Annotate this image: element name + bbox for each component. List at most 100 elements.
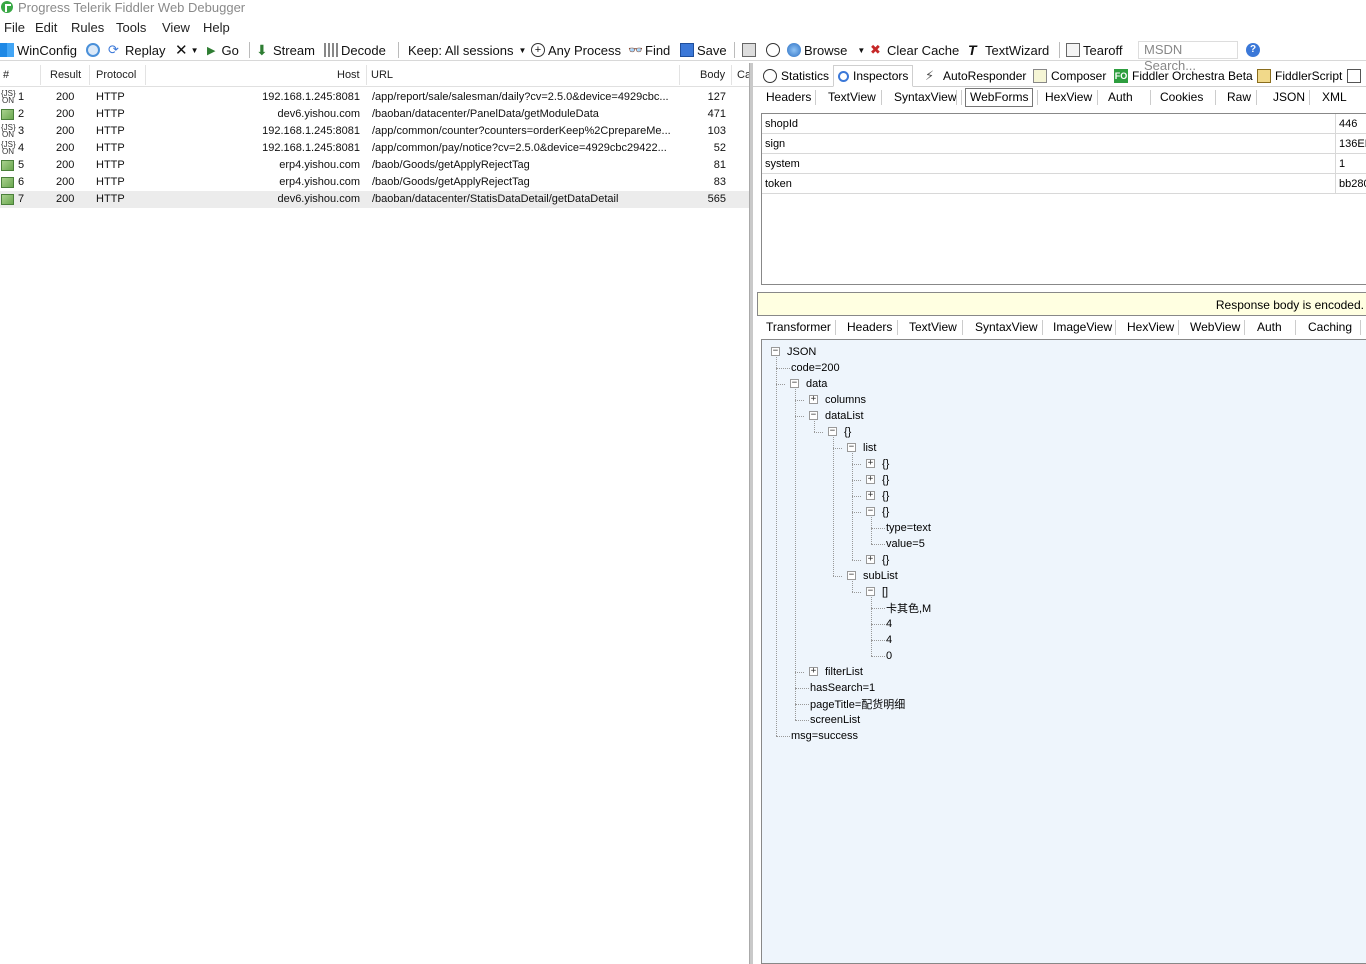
response-tab-imageview[interactable]: ImageView bbox=[1049, 317, 1116, 337]
decode-button[interactable]: Decode bbox=[324, 41, 386, 59]
request-tab-cookies[interactable]: Cookies bbox=[1156, 87, 1207, 107]
tree-node[interactable]: filterList bbox=[825, 664, 863, 680]
table-row[interactable]: 2 200 HTTP dev6.yishou.com/baoban/datacente… bbox=[0, 106, 750, 123]
remove-button[interactable]: ✕ ▼ bbox=[175, 41, 199, 59]
tree-node[interactable]: dataList bbox=[825, 408, 864, 424]
tree-node[interactable]: [] bbox=[882, 584, 888, 600]
tree-node[interactable]: {} bbox=[882, 552, 889, 568]
table-row[interactable]: {JS} ON 3 200 HTTP 192.168.1.245:8081/app/com… bbox=[0, 123, 750, 140]
comment-button[interactable] bbox=[86, 41, 103, 59]
save-button[interactable]: Save bbox=[680, 41, 727, 59]
screenshot-button[interactable] bbox=[742, 41, 759, 59]
table-row[interactable]: {JS} ON 4 200 HTTP 192.168.1.245:8081/app/com… bbox=[0, 140, 750, 157]
table-row[interactable]: 5 200 HTTP erp4.yishou.com/baob/Goods/getAp… bbox=[0, 157, 750, 174]
tab-fiddlerscript[interactable]: FiddlerScript bbox=[1253, 65, 1346, 87]
response-tab-textview[interactable]: TextView bbox=[905, 317, 961, 337]
tree-node[interactable]: code=200 bbox=[791, 360, 840, 376]
tree-node[interactable]: hasSearch=1 bbox=[810, 680, 875, 696]
browse-button[interactable]: Browse ▼ bbox=[787, 41, 865, 59]
stream-button[interactable]: ⬇ Stream bbox=[256, 41, 315, 59]
menu-rules[interactable]: Rules bbox=[71, 20, 104, 35]
tab-autoresponder[interactable]: ⚡ AutoResponder bbox=[921, 65, 1030, 87]
tree-node[interactable]: {} bbox=[882, 488, 889, 504]
request-tab-syntaxview[interactable]: SyntaxView bbox=[890, 87, 960, 107]
tree-node[interactable]: type=text bbox=[886, 520, 931, 536]
response-tab-auth[interactable]: Auth bbox=[1253, 317, 1286, 337]
tree-node[interactable]: pageTitle=配货明细 bbox=[810, 696, 905, 712]
tree-node[interactable]: {} bbox=[882, 504, 889, 520]
menu-edit[interactable]: Edit bbox=[35, 20, 57, 35]
expand-icon[interactable]: + bbox=[809, 395, 818, 404]
collapse-icon[interactable]: − bbox=[847, 443, 856, 452]
winconfig-button[interactable]: WinConfig bbox=[0, 41, 77, 59]
tree-node[interactable]: 卡其色,M bbox=[886, 600, 931, 616]
tree-node[interactable]: data bbox=[806, 376, 827, 392]
response-tab-transformer[interactable]: Transformer bbox=[762, 317, 835, 337]
tree-node[interactable]: JSON bbox=[787, 344, 816, 360]
collapse-icon[interactable]: − bbox=[847, 571, 856, 580]
response-tab-webview[interactable]: WebView bbox=[1186, 317, 1244, 337]
tab-statistics[interactable]: Statistics bbox=[759, 65, 833, 87]
expand-icon[interactable]: + bbox=[866, 459, 875, 468]
encoded-notice[interactable]: Response body is encoded. bbox=[757, 292, 1366, 316]
expand-icon[interactable]: + bbox=[809, 667, 818, 676]
collapse-icon[interactable]: − bbox=[771, 347, 780, 356]
collapse-icon[interactable]: − bbox=[866, 507, 875, 516]
tab-fiddler-orchestra[interactable]: FO Fiddler Orchestra Beta bbox=[1110, 65, 1257, 87]
table-row[interactable]: 7 200 HTTP dev6.yishou.com/baoban/datacente… bbox=[0, 191, 750, 208]
request-tab-headers[interactable]: Headers bbox=[762, 87, 815, 107]
menu-file[interactable]: File bbox=[4, 20, 25, 35]
col-num[interactable]: # bbox=[3, 69, 9, 81]
col-protocol[interactable]: Protocol bbox=[96, 69, 136, 81]
expand-icon[interactable]: + bbox=[866, 475, 875, 484]
collapse-icon[interactable]: − bbox=[790, 379, 799, 388]
go-button[interactable]: ▶ Go bbox=[207, 41, 239, 59]
tree-node[interactable]: 0 bbox=[886, 648, 892, 664]
request-tab-textview[interactable]: TextView bbox=[824, 87, 880, 107]
tab-inspectors[interactable]: Inspectors bbox=[833, 65, 914, 87]
tree-node[interactable]: columns bbox=[825, 392, 866, 408]
webform-row[interactable]: token bb280 bbox=[762, 174, 1366, 194]
tree-node[interactable]: screenList bbox=[810, 712, 860, 728]
col-host[interactable]: Host bbox=[337, 69, 360, 81]
table-row[interactable]: 6 200 HTTP erp4.yishou.com/baob/Goods/getAp… bbox=[0, 174, 750, 191]
request-tab-json[interactable]: JSON bbox=[1269, 87, 1309, 107]
collapse-icon[interactable]: − bbox=[866, 587, 875, 596]
tree-node[interactable]: 4 bbox=[886, 616, 892, 632]
tearoff-button[interactable]: Tearoff bbox=[1066, 41, 1123, 59]
request-tab-raw[interactable]: Raw bbox=[1223, 87, 1255, 107]
collapse-icon[interactable]: − bbox=[828, 427, 837, 436]
menu-view[interactable]: View bbox=[162, 20, 190, 35]
response-tab-syntaxview[interactable]: SyntaxView bbox=[971, 317, 1041, 337]
textwizard-button[interactable]: T TextWizard bbox=[968, 41, 1049, 59]
request-tab-hexview[interactable]: HexView bbox=[1041, 87, 1096, 107]
response-tab-headers[interactable]: Headers bbox=[843, 317, 896, 337]
help-icon[interactable]: ? bbox=[1246, 43, 1260, 57]
tree-node[interactable]: msg=success bbox=[791, 728, 858, 744]
any-process-button[interactable]: + Any Process bbox=[531, 41, 621, 59]
tree-node[interactable]: subList bbox=[863, 568, 898, 584]
col-url[interactable]: URL bbox=[371, 69, 393, 81]
menu-help[interactable]: Help bbox=[203, 20, 230, 35]
tab-log[interactable] bbox=[1343, 65, 1366, 87]
response-tab-caching[interactable]: Caching bbox=[1304, 317, 1356, 337]
tab-composer[interactable]: Composer bbox=[1029, 65, 1110, 87]
webform-row[interactable]: sign 136EF bbox=[762, 134, 1366, 154]
webform-row[interactable]: shopId 446 bbox=[762, 114, 1366, 134]
tree-node[interactable]: value=5 bbox=[886, 536, 925, 552]
find-button[interactable]: 👓 Find bbox=[628, 41, 670, 59]
request-tab-xml[interactable]: XML bbox=[1318, 87, 1351, 107]
clear-cache-button[interactable]: ✖ Clear Cache bbox=[870, 41, 959, 59]
expand-icon[interactable]: + bbox=[866, 491, 875, 500]
tree-node[interactable]: list bbox=[863, 440, 876, 456]
col-body[interactable]: Body bbox=[700, 69, 725, 81]
keep-sessions-dropdown[interactable]: Keep: All sessions ▼ bbox=[408, 41, 526, 59]
response-tab-hexview[interactable]: HexView bbox=[1123, 317, 1178, 337]
webform-row[interactable]: system 1 bbox=[762, 154, 1366, 174]
table-row[interactable]: {JS} ON 1 200 HTTP 192.168.1.245:8081/app/rep… bbox=[0, 89, 750, 106]
col-result[interactable]: Result bbox=[50, 69, 81, 81]
request-tab-webforms[interactable]: WebForms bbox=[965, 88, 1034, 107]
tree-node[interactable]: 4 bbox=[886, 632, 892, 648]
msdn-search-input[interactable]: MSDN Search... bbox=[1138, 41, 1238, 73]
tree-node[interactable]: {} bbox=[844, 424, 851, 440]
